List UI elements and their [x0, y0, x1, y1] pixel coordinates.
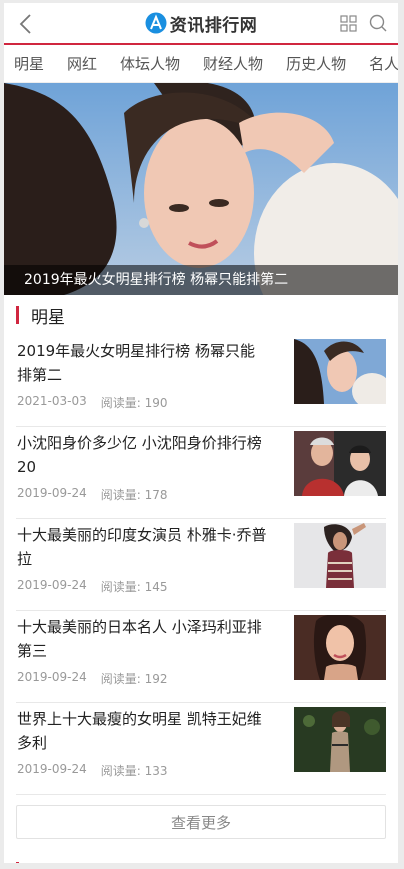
article-reads: 阅读量: 190 — [100, 396, 168, 410]
section-header: 网红 — [4, 851, 398, 863]
article-item[interactable]: 2019年最火女明星排行榜 杨幂只能排第二 2021-03-03 阅读量: 19… — [16, 335, 386, 427]
page: 资讯排行网 明星 网红 体坛人物 财经人物 历史人物 名人 2019年最火女明星… — [4, 3, 398, 863]
article-reads: 阅读量: 133 — [100, 764, 168, 778]
tab-sports-figures[interactable]: 体坛人物 — [120, 53, 180, 74]
logo-icon — [145, 12, 167, 34]
site-title: 资讯排行网 — [169, 15, 258, 36]
header: 资讯排行网 — [4, 3, 398, 45]
article-meta: 2019-09-24 阅读量: 145 — [17, 578, 168, 595]
article-title[interactable]: 十大最美丽的日本名人 小泽玛利亚排第三 — [17, 615, 267, 663]
article-thumbnail[interactable] — [294, 431, 386, 496]
search-button[interactable] — [368, 13, 388, 33]
banner-image — [4, 83, 398, 295]
section-accent-bar — [16, 862, 19, 863]
article-item[interactable]: 世界上十大最瘦的女明星 凯特王妃维多利 2019-09-24 阅读量: 133 — [16, 703, 386, 795]
article-item[interactable]: 十大最美丽的印度女演员 朴雅卡·乔普拉 2019-09-24 阅读量: 145 — [16, 519, 386, 611]
chevron-left-icon — [19, 14, 31, 34]
back-button[interactable] — [12, 11, 38, 37]
section-accent-bar — [16, 306, 19, 324]
article-thumbnail[interactable] — [294, 615, 386, 680]
article-meta: 2019-09-24 阅读量: 133 — [17, 762, 168, 779]
article-thumbnail[interactable] — [294, 339, 386, 404]
article-date: 2019-09-24 — [17, 578, 87, 592]
banner[interactable]: 2019年最火女明星排行榜 杨幂只能排第二 — [4, 83, 398, 295]
section-title: 明星 — [31, 307, 65, 328]
banner-caption: 2019年最火女明星排行榜 杨幂只能排第二 — [4, 265, 398, 295]
article-title[interactable]: 小沈阳身价多少亿 小沈阳身价排行榜20 — [17, 431, 267, 479]
grid-icon — [339, 14, 357, 32]
tab-finance-figures[interactable]: 财经人物 — [203, 53, 263, 74]
logo[interactable]: 资讯排行网 — [145, 11, 258, 36]
tab-wanghong[interactable]: 网红 — [67, 53, 97, 74]
article-meta: 2019-09-24 阅读量: 178 — [17, 486, 168, 503]
article-thumbnail[interactable] — [294, 707, 386, 772]
article-item[interactable]: 小沈阳身价多少亿 小沈阳身价排行榜20 2019-09-24 阅读量: 178 — [16, 427, 386, 519]
tab-mingxing[interactable]: 明星 — [14, 53, 44, 74]
section-title: 网红 — [31, 859, 65, 864]
section-header: 明星 — [4, 295, 398, 335]
article-title[interactable]: 世界上十大最瘦的女明星 凯特王妃维多利 — [17, 707, 267, 755]
tab-history-figures[interactable]: 历史人物 — [286, 53, 346, 74]
article-reads: 阅读量: 145 — [100, 580, 168, 594]
menu-button[interactable] — [338, 13, 358, 33]
article-meta: 2019-09-24 阅读量: 192 — [17, 670, 168, 687]
view-more-button[interactable]: 查看更多 — [16, 805, 386, 839]
article-reads: 阅读量: 178 — [100, 488, 168, 502]
article-date: 2019-09-24 — [17, 670, 87, 684]
article-meta: 2021-03-03 阅读量: 190 — [17, 394, 168, 411]
article-title[interactable]: 2019年最火女明星排行榜 杨幂只能排第二 — [17, 339, 267, 387]
article-title[interactable]: 十大最美丽的印度女演员 朴雅卡·乔普拉 — [17, 523, 267, 571]
category-tabs: 明星 网红 体坛人物 财经人物 历史人物 名人 — [4, 45, 398, 83]
article-reads: 阅读量: 192 — [100, 672, 168, 686]
article-date: 2019-09-24 — [17, 486, 87, 500]
article-thumbnail[interactable] — [294, 523, 386, 588]
article-item[interactable]: 十大最美丽的日本名人 小泽玛利亚排第三 2019-09-24 阅读量: 192 — [16, 611, 386, 703]
article-date: 2021-03-03 — [17, 394, 87, 408]
tab-celebrities[interactable]: 名人 — [369, 53, 398, 74]
search-icon — [369, 14, 387, 32]
article-date: 2019-09-24 — [17, 762, 87, 776]
